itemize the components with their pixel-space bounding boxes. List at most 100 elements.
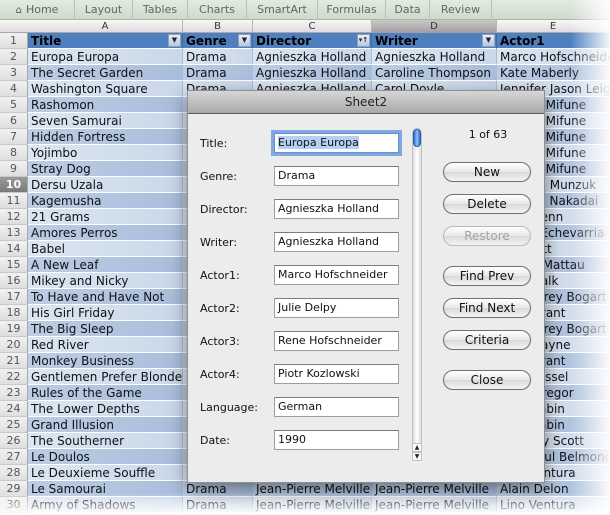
cell-title[interactable]: Rules of the Game [28, 385, 183, 401]
row-number[interactable]: 2 [0, 49, 28, 65]
header-cell-title[interactable]: Title ▼ [28, 33, 183, 49]
tab-smartart[interactable]: SmartArt [247, 0, 318, 20]
cell-title[interactable]: Grand Illusion [28, 417, 183, 433]
column-header-b[interactable]: B [183, 20, 253, 33]
field-input-language[interactable]: German [274, 397, 399, 417]
row-number[interactable]: 4 [0, 81, 28, 97]
field-input-title[interactable]: Europa Europa [274, 133, 399, 153]
cell-director[interactable]: Jean-Pierre Melville [253, 481, 372, 497]
new-button[interactable]: New [443, 162, 531, 182]
row-number[interactable]: 8 [0, 145, 28, 161]
cell-title[interactable]: Kagemusha [28, 193, 183, 209]
cell-title[interactable]: Le Doulos [28, 449, 183, 465]
cell-genre[interactable]: Drama [183, 497, 253, 513]
cell-title[interactable]: Babel [28, 241, 183, 257]
cell-title[interactable]: Seven Samurai [28, 113, 183, 129]
cell-title[interactable]: Red River [28, 337, 183, 353]
filter-dropdown-icon[interactable]: ▼ [238, 34, 251, 47]
column-header-a[interactable]: A [28, 20, 183, 33]
header-cell-writer[interactable]: Writer ▼ [372, 33, 497, 49]
cell-genre[interactable]: Drama [183, 65, 253, 81]
field-input-genre[interactable]: Drama [274, 166, 399, 186]
field-input-date[interactable]: 1990 [274, 430, 399, 450]
row-number[interactable]: 25 [0, 417, 28, 433]
cell-writer[interactable]: Jean-Pierre Melville [372, 481, 497, 497]
scroll-down-arrow-icon[interactable]: ▼ [412, 452, 422, 461]
cell-title[interactable]: Le Samourai [28, 481, 183, 497]
cell-actor1[interactable]: Marco Hofschneider [497, 49, 610, 65]
row-number[interactable]: 23 [0, 385, 28, 401]
row-number[interactable]: 1 [0, 33, 28, 49]
tab-review[interactable]: Review [430, 0, 492, 20]
cell-title[interactable]: Rashomon [28, 97, 183, 113]
cell-title[interactable]: Le Deuxieme Souffle [28, 465, 183, 481]
row-number[interactable]: 12 [0, 209, 28, 225]
cell-writer[interactable]: Jean-Pierre Melville [372, 497, 497, 513]
row-number[interactable]: 3 [0, 65, 28, 81]
cell-actor1[interactable]: Kate Maberly [497, 65, 610, 81]
cell-title[interactable]: Hidden Fortress [28, 129, 183, 145]
tab-data[interactable]: Data [386, 0, 430, 20]
cell-title[interactable]: A New Leaf [28, 257, 183, 273]
field-input-actor4[interactable]: Piotr Kozlowski [274, 364, 399, 384]
cell-writer[interactable]: Caroline Thompson [372, 65, 497, 81]
cell-actor1[interactable]: Alain Delon [497, 481, 610, 497]
header-cell-actor1[interactable]: Actor1 [497, 33, 610, 49]
row-number[interactable]: 19 [0, 321, 28, 337]
header-cell-genre[interactable]: Genre ▼ [183, 33, 253, 49]
delete-button[interactable]: Delete [443, 194, 531, 214]
row-number[interactable]: 30 [0, 497, 28, 513]
field-input-director[interactable]: Agnieszka Holland [274, 199, 399, 219]
row-number[interactable]: 14 [0, 241, 28, 257]
row-number[interactable]: 20 [0, 337, 28, 353]
cell-title[interactable]: Yojimbo [28, 145, 183, 161]
scrollbar-thumb[interactable] [413, 129, 421, 147]
row-number[interactable]: 15 [0, 257, 28, 273]
row-number[interactable]: 11 [0, 193, 28, 209]
row-number[interactable]: 28 [0, 465, 28, 481]
cell-title[interactable]: Mikey and Nicky [28, 273, 183, 289]
row-number[interactable]: 27 [0, 449, 28, 465]
filter-dropdown-icon[interactable]: ▼ [168, 34, 181, 47]
row-number[interactable]: 24 [0, 401, 28, 417]
cell-title[interactable]: Europa Europa [28, 49, 183, 65]
field-input-actor3[interactable]: Rene Hofschneider [274, 331, 399, 351]
row-number[interactable]: 13 [0, 225, 28, 241]
row-number[interactable]: 6 [0, 113, 28, 129]
cell-title[interactable]: Washington Square [28, 81, 183, 97]
cell-title[interactable]: The Big Sleep [28, 321, 183, 337]
row-number[interactable]: 29 [0, 481, 28, 497]
tab-home[interactable]: ⌂ Home [0, 0, 75, 20]
cell-title[interactable]: Gentlemen Prefer Blondes [28, 369, 183, 385]
header-cell-director[interactable]: Director ▾↑ [253, 33, 372, 49]
field-input-actor2[interactable]: Julie Delpy [274, 298, 399, 318]
cell-writer[interactable]: Agnieszka Holland [372, 49, 497, 65]
cell-actor1[interactable]: Lino Ventura [497, 497, 610, 513]
sort-ascending-icon[interactable]: ▾↑ [357, 34, 370, 47]
cell-title[interactable]: Monkey Business [28, 353, 183, 369]
cell-director[interactable]: Jean-Pierre Melville [253, 497, 372, 513]
row-number[interactable]: 16 [0, 273, 28, 289]
cell-director[interactable]: Agnieszka Holland [253, 49, 372, 65]
cell-genre[interactable]: Drama [183, 481, 253, 497]
cell-title[interactable]: The Lower Depths [28, 401, 183, 417]
row-number[interactable]: 10 [0, 177, 28, 193]
row-number[interactable]: 7 [0, 129, 28, 145]
find-prev-button[interactable]: Find Prev [443, 266, 531, 286]
scroll-up-arrow-icon[interactable]: ▲ [412, 443, 422, 452]
close-button[interactable]: Close [443, 370, 531, 390]
tab-charts[interactable]: Charts [188, 0, 247, 20]
cell-title[interactable]: Stray Dog [28, 161, 183, 177]
column-header-c[interactable]: C [253, 20, 372, 33]
cell-title[interactable]: The Southerner [28, 433, 183, 449]
criteria-button[interactable]: Criteria [443, 330, 531, 350]
field-input-writer[interactable]: Agnieszka Holland [274, 232, 399, 252]
field-input-actor1[interactable]: Marco Hofschneider [274, 265, 399, 285]
row-number[interactable]: 5 [0, 97, 28, 113]
cell-title[interactable]: The Secret Garden [28, 65, 183, 81]
row-number[interactable]: 21 [0, 353, 28, 369]
row-number[interactable]: 26 [0, 433, 28, 449]
row-number[interactable]: 22 [0, 369, 28, 385]
cell-title[interactable]: Army of Shadows [28, 497, 183, 513]
tab-layout[interactable]: Layout [75, 0, 133, 20]
